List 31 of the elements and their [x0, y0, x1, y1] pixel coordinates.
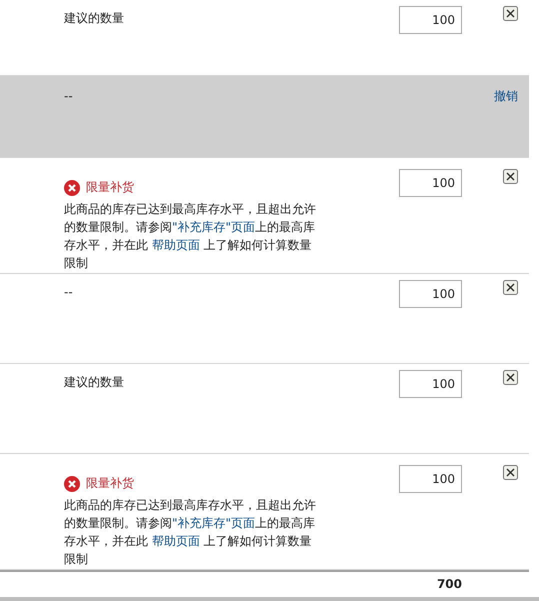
remove-button[interactable] — [503, 465, 518, 480]
replenish-page-link[interactable]: "补充库存"页面 — [172, 220, 256, 234]
quantity-field[interactable]: 100 — [399, 370, 462, 398]
quantity-field[interactable]: 100 — [399, 465, 462, 493]
quantity-field[interactable]: 100 — [399, 6, 462, 34]
row-label: -- — [64, 284, 73, 300]
remove-button[interactable] — [503, 280, 518, 295]
warning-message: 此商品的库存已达到最高库存水平，且超出允许的数量限制。请参阅"补充库存"页面上的最高库存水平，并在此 帮助页面 上了解如何计算数量限制 — [64, 497, 317, 568]
close-icon — [503, 465, 518, 480]
total-quantity: 700 — [436, 577, 462, 592]
row-label: 建议的数量 — [64, 10, 124, 26]
replenish-page-link[interactable]: "补充库存"页面 — [172, 516, 256, 530]
undo-link[interactable]: 撤销 — [494, 84, 518, 104]
row-label: -- — [64, 88, 73, 104]
row-label: 建议的数量 — [64, 374, 124, 390]
warning-message: 此商品的库存已达到最高库存水平，且超出允许的数量限制。请参阅"补充库存"页面上的最高库存水平，并在此 帮助页面 上了解如何计算数量限制 — [64, 201, 317, 272]
close-icon — [503, 280, 518, 295]
close-icon — [503, 370, 518, 385]
close-icon — [503, 6, 518, 21]
help-page-link[interactable]: 帮助页面 — [152, 534, 200, 548]
help-page-link[interactable]: 帮助页面 — [152, 238, 200, 252]
remove-button[interactable] — [503, 6, 518, 21]
remove-button[interactable] — [503, 370, 518, 385]
quantity-field[interactable]: 100 — [399, 169, 462, 197]
warning-title: 限量补货 — [86, 179, 134, 196]
close-icon — [503, 169, 518, 184]
remove-button[interactable] — [503, 169, 518, 184]
error-icon — [64, 180, 80, 196]
warning-title: 限量补货 — [86, 475, 134, 492]
error-icon — [64, 476, 80, 492]
quantity-field[interactable]: 100 — [399, 280, 462, 308]
